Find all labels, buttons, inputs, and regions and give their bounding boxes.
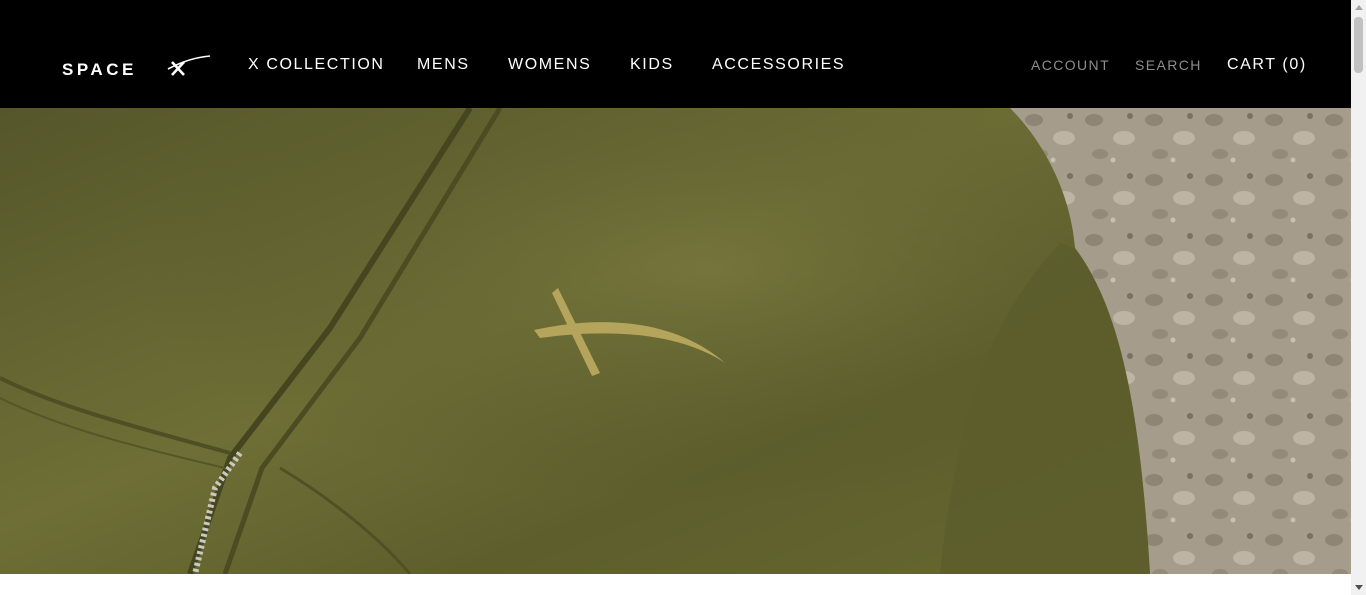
site-header: SPACE X COLLECTION MENS WOMENS KIDS ACCE… <box>0 0 1351 108</box>
scroll-up-icon[interactable] <box>1355 5 1363 10</box>
svg-text:SPACE: SPACE <box>62 60 137 78</box>
spacex-logo[interactable]: SPACE <box>60 54 212 83</box>
spacex-wordmark-icon: SPACE <box>62 55 211 79</box>
nav-item-mens[interactable]: MENS <box>417 56 470 74</box>
scrollbar-thumb[interactable] <box>1354 17 1363 73</box>
nav-item-accessories[interactable]: ACCESSORIES <box>712 56 845 74</box>
search-link[interactable]: SEARCH <box>1135 57 1202 73</box>
scroll-down-icon[interactable] <box>1355 585 1363 590</box>
nav-item-womens[interactable]: WOMENS <box>508 56 591 74</box>
nav-item-x-collection[interactable]: X COLLECTION <box>248 56 385 74</box>
hero-banner-image[interactable] <box>0 108 1351 574</box>
page-scrollbar[interactable] <box>1351 0 1366 595</box>
account-link[interactable]: ACCOUNT <box>1031 57 1110 73</box>
hoodie-photo <box>0 108 1351 574</box>
cart-link[interactable]: CART (0) <box>1227 56 1307 74</box>
nav-item-kids[interactable]: KIDS <box>630 56 674 74</box>
